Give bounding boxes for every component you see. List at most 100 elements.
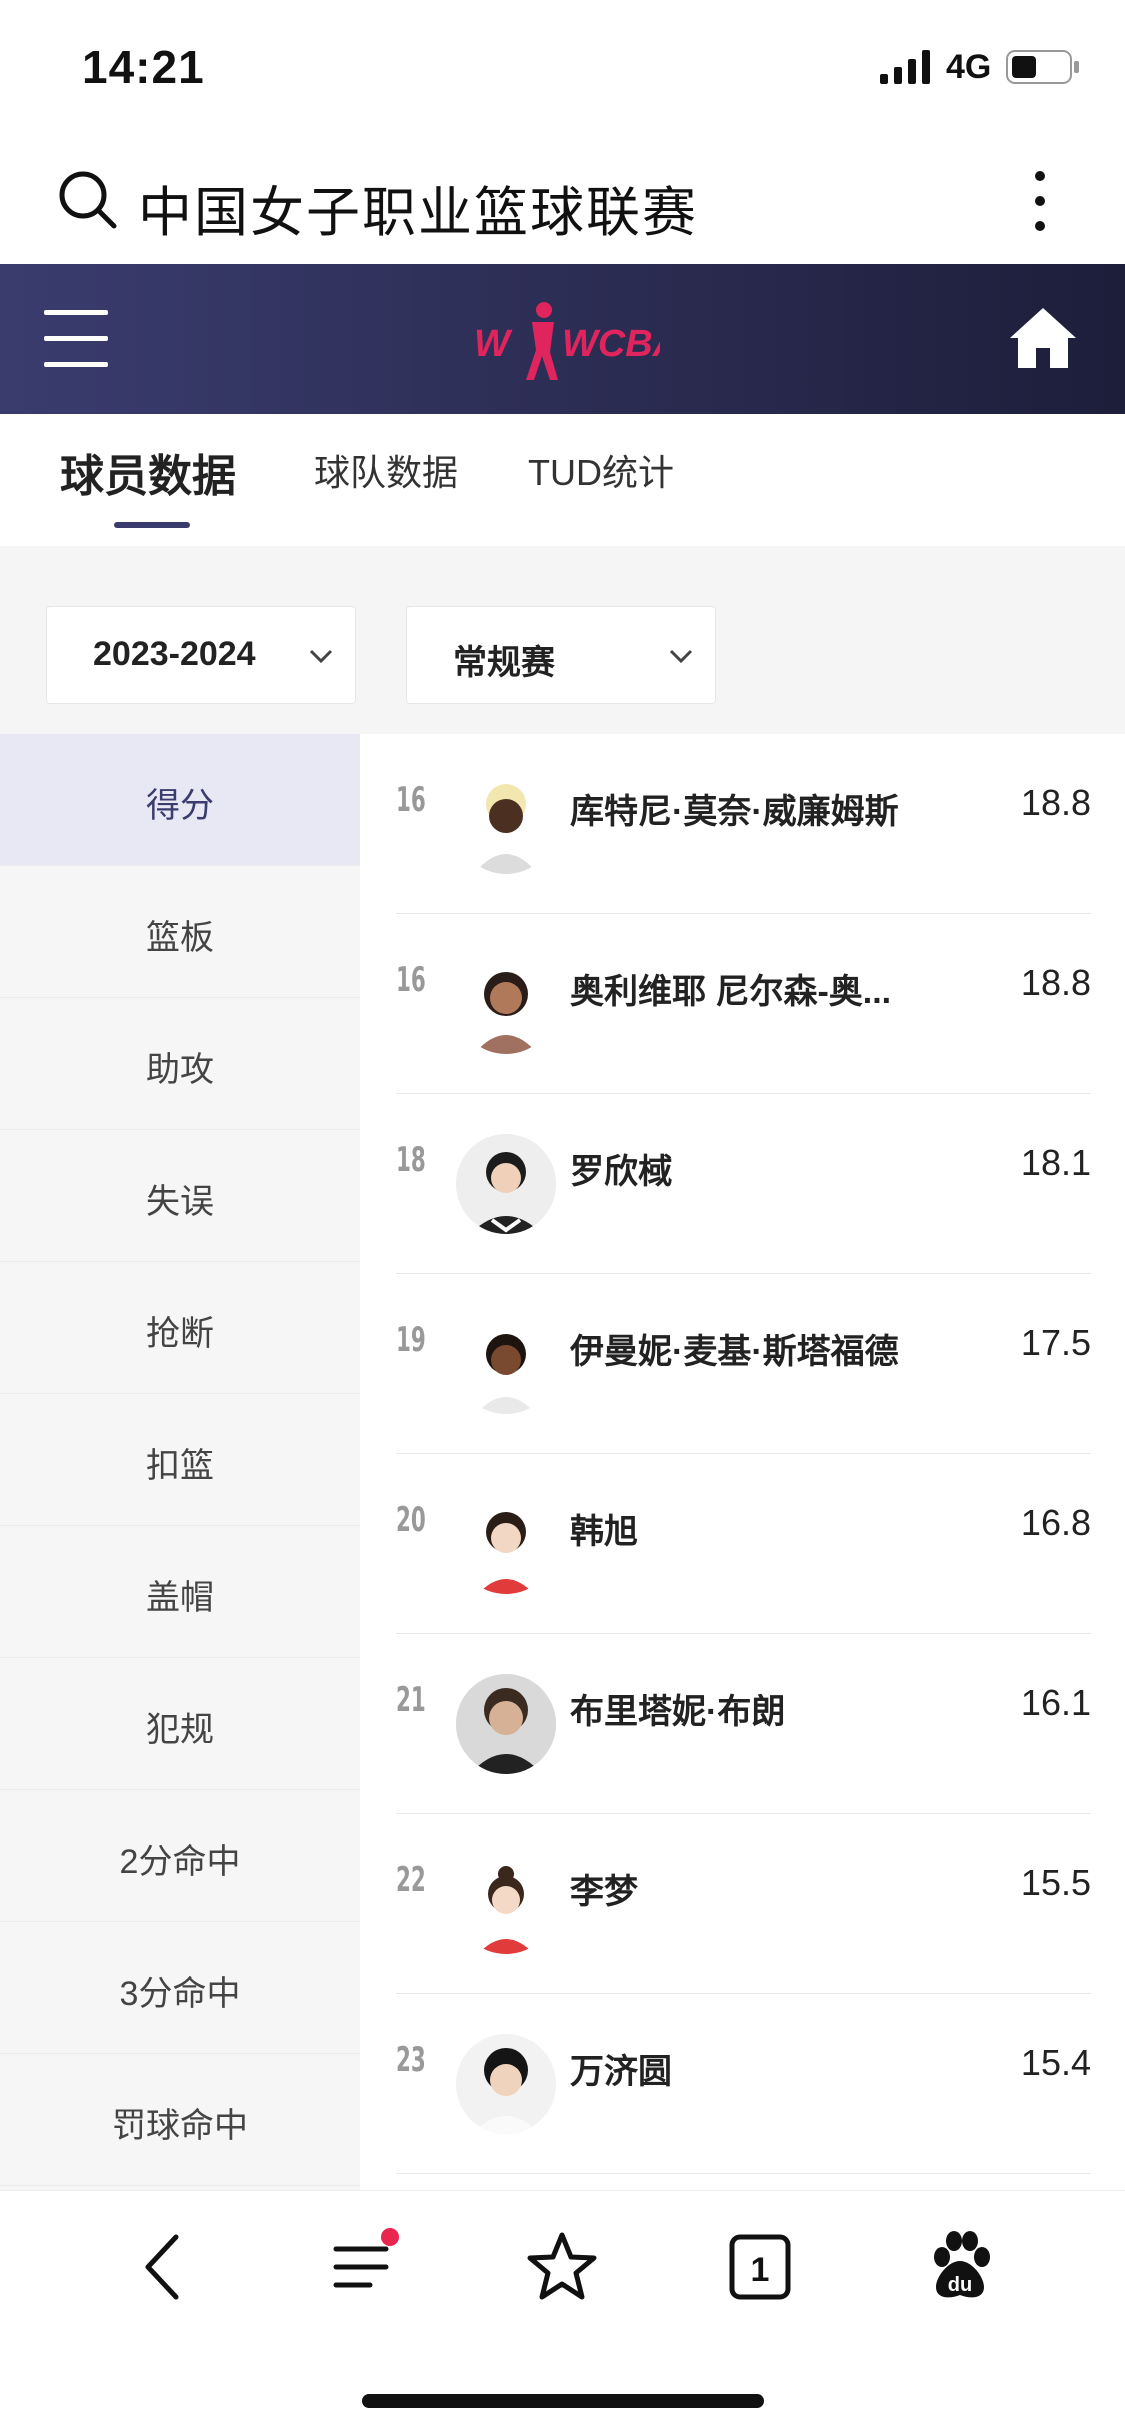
player-avatar — [456, 1674, 556, 1774]
player-name: 伊曼妮·麦基·斯塔福德 — [570, 1333, 899, 1371]
player-rank: 22 — [396, 1860, 426, 1900]
tab-player-stats[interactable]: 球员数据 — [60, 440, 236, 504]
status-time: 14:21 — [82, 41, 205, 93]
player-row[interactable]: 18 罗欣棫 18.1 — [396, 1094, 1091, 1274]
player-name: 李梦 — [570, 1873, 638, 1911]
player-row[interactable]: 23 万济圆 15.4 — [396, 1994, 1091, 2174]
player-name: 罗欣棫 — [570, 1153, 672, 1191]
player-name: 奥利维耶 尼尔森-奥... — [570, 973, 892, 1011]
player-rank: 16 — [396, 960, 426, 1000]
search-icon — [59, 171, 117, 229]
player-row[interactable]: 20 韩旭 16.8 — [396, 1454, 1091, 1634]
home-icon[interactable] — [1008, 304, 1078, 374]
player-row[interactable]: 22 李梦 15.5 — [396, 1814, 1091, 1994]
stage-value: 常规赛 — [453, 644, 555, 682]
player-stat-value: 18.1 — [1020, 1142, 1091, 1183]
active-tab-indicator — [114, 522, 190, 528]
search-bar[interactable]: 中国女子职业篮球联赛 — [0, 140, 1125, 264]
home-indicator — [362, 2394, 764, 2408]
category-ft-made[interactable]: 罚球命中 — [0, 2054, 360, 2186]
player-name: 布里塔妮·布朗 — [570, 1693, 786, 1731]
player-stat-value: 16.8 — [1020, 1502, 1091, 1543]
category-label: 助攻 — [146, 1051, 214, 1089]
player-avatar — [456, 1854, 556, 1954]
player-name: 万济圆 — [570, 2053, 672, 2091]
stage-select[interactable]: 常规赛 — [406, 606, 716, 704]
back-icon[interactable] — [124, 2227, 204, 2307]
svg-text:du: du — [948, 2274, 972, 2296]
stats-tabs: 球员数据 球队数据 TUD统计 — [0, 414, 1125, 546]
svg-text:W: W — [474, 323, 513, 365]
category-label: 篮板 — [146, 919, 214, 957]
category-rebounds[interactable]: 篮板 — [0, 866, 360, 998]
player-avatar — [456, 1494, 556, 1594]
wcba-logo[interactable]: W WCBA — [470, 288, 660, 388]
search-query[interactable]: 中国女子职业篮球联赛 — [138, 168, 698, 247]
player-rank: 23 — [396, 2040, 426, 2080]
tabs-icon[interactable]: 1 — [720, 2227, 800, 2307]
category-label: 盖帽 — [146, 1579, 214, 1617]
player-avatar — [456, 1314, 556, 1414]
logo-text: WCBA — [562, 323, 660, 365]
category-label: 失误 — [146, 1183, 214, 1221]
category-steals[interactable]: 抢断 — [0, 1262, 360, 1394]
chevron-down-icon — [309, 649, 333, 664]
category-3pt-made[interactable]: 3分命中 — [0, 1922, 360, 2054]
player-stat-value: 17.5 — [1020, 1322, 1091, 1363]
more-vertical-icon[interactable] — [1020, 166, 1060, 236]
feed-icon[interactable] — [324, 2227, 404, 2307]
tab-count: 1 — [751, 2251, 770, 2289]
season-value: 2023-2024 — [93, 635, 256, 673]
category-points[interactable]: 得分 — [0, 734, 360, 866]
player-rank: 16 — [396, 780, 426, 820]
player-avatar — [456, 1134, 556, 1234]
player-row[interactable]: 16 库特尼·莫奈·威廉姆斯 18.8 — [396, 734, 1091, 914]
player-stat-value: 18.8 — [1020, 782, 1091, 823]
player-ranking-list: 16 库特尼·莫奈·威廉姆斯 18.8 16 奥利维耶 尼尔森-奥... 18.… — [360, 734, 1125, 2190]
player-row[interactable]: 21 布里塔妮·布朗 16.1 — [396, 1634, 1091, 1814]
category-fouls[interactable]: 犯规 — [0, 1658, 360, 1790]
category-label: 扣篮 — [146, 1447, 214, 1485]
stat-category-list: 得分 篮板 助攻 失误 抢断 扣篮 盖帽 犯规 2分命中 3分命中 罚球命中 — [0, 734, 360, 2190]
menu-icon[interactable] — [44, 304, 108, 374]
category-label: 2分命中 — [119, 1843, 241, 1881]
chevron-down-icon — [669, 649, 693, 664]
player-name: 韩旭 — [570, 1513, 638, 1551]
status-bar: 14:21 4G — [0, 0, 1125, 140]
player-stat-value: 15.4 — [1020, 2042, 1091, 2083]
tab-tud-stats[interactable]: TUD统计 — [528, 444, 674, 496]
category-turnovers[interactable]: 失误 — [0, 1130, 360, 1262]
player-row[interactable]: 16 奥利维耶 尼尔森-奥... 18.8 — [396, 914, 1091, 1094]
player-rank: 20 — [396, 1500, 426, 1540]
player-name: 库特尼·莫奈·威廉姆斯 — [570, 793, 899, 831]
site-header: W WCBA — [0, 264, 1125, 414]
category-blocks[interactable]: 盖帽 — [0, 1526, 360, 1658]
notification-dot — [381, 2228, 399, 2246]
player-stat-value: 15.5 — [1020, 1862, 1091, 1903]
player-avatar — [456, 2034, 556, 2134]
player-row[interactable]: 19 伊曼妮·麦基·斯塔福德 17.5 — [396, 1274, 1091, 1454]
category-assists[interactable]: 助攻 — [0, 998, 360, 1130]
category-dunks[interactable]: 扣篮 — [0, 1394, 360, 1526]
tab-team-stats[interactable]: 球队数据 — [314, 444, 458, 496]
player-stat-value: 16.1 — [1020, 1682, 1091, 1723]
category-label: 罚球命中 — [112, 2107, 248, 2145]
category-label: 3分命中 — [119, 1975, 241, 2013]
player-rank: 18 — [396, 1140, 426, 1180]
player-avatar — [456, 774, 556, 874]
player-avatar — [456, 954, 556, 1054]
signal-icon — [880, 50, 930, 84]
player-rank: 21 — [396, 1680, 426, 1720]
baidu-paw-icon[interactable]: du — [920, 2227, 1000, 2307]
season-select[interactable]: 2023-2024 — [46, 606, 356, 704]
battery-icon — [1006, 50, 1079, 84]
player-stat-value: 18.8 — [1020, 962, 1091, 1003]
star-icon[interactable] — [522, 2227, 602, 2307]
network-type: 4G — [946, 48, 992, 86]
player-rank: 19 — [396, 1320, 426, 1360]
category-label: 抢断 — [146, 1315, 214, 1353]
category-label: 犯规 — [146, 1711, 214, 1749]
category-label: 得分 — [146, 787, 214, 825]
filter-bar: 2023-2024 常规赛 — [0, 546, 1125, 734]
category-2pt-made[interactable]: 2分命中 — [0, 1790, 360, 1922]
